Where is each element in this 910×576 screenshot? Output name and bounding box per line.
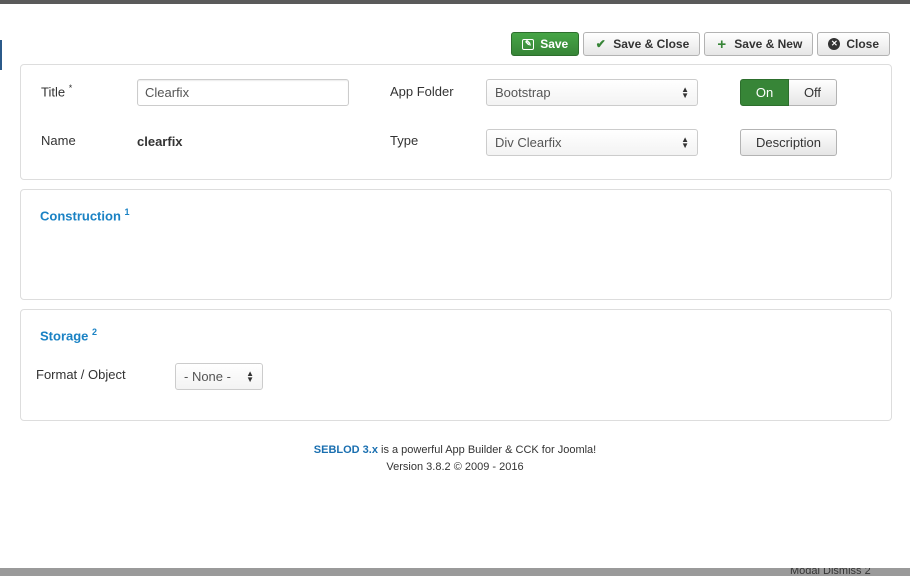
toggle-off-option[interactable]: Off: [789, 79, 837, 106]
construction-panel: Construction 1: [20, 189, 892, 300]
save-new-button[interactable]: + Save & New: [704, 32, 814, 56]
storage-number: 2: [92, 327, 98, 337]
format-object-label: Format / Object: [36, 367, 126, 382]
select-arrows-icon: ▲ ▼: [681, 84, 689, 100]
title-input[interactable]: [137, 79, 349, 106]
format-object-select[interactable]: - None - ▲ ▼: [175, 363, 263, 390]
footer-version: Version 3.8.2 © 2009 - 2016: [386, 461, 524, 473]
backdrop-text: Modal Dismiss 2: [790, 568, 871, 576]
save-new-label: Save & New: [734, 37, 803, 51]
toggle-on-option[interactable]: On: [740, 79, 789, 106]
name-label: Name: [41, 133, 76, 148]
storage-panel: Storage 2 Format / Object - None - ▲ ▼: [20, 309, 892, 421]
footer-line-1: SEBLOD 3.x is a powerful App Builder & C…: [2, 442, 908, 459]
app-folder-value: Bootstrap: [495, 85, 551, 100]
save-button[interactable]: ✎ Save: [511, 32, 580, 56]
modal-window: ✎ Save ✔ Save & Close + Save & New ✕ Clo…: [2, 4, 908, 568]
select-arrows-icon: ▲ ▼: [681, 134, 689, 150]
close-button[interactable]: ✕ Close: [817, 32, 890, 56]
format-object-value: - None -: [184, 369, 231, 384]
close-label: Close: [846, 37, 879, 51]
main-panel: Title * Name clearfix App Folder Bootstr…: [20, 64, 892, 180]
app-folder-label: App Folder: [390, 84, 454, 99]
backdrop-bottom: Modal Dismiss 2: [0, 568, 910, 576]
save-label: Save: [540, 37, 569, 51]
name-value: clearfix: [137, 134, 183, 149]
footer: SEBLOD 3.x is a powerful App Builder & C…: [2, 442, 908, 476]
edit-icon: ✎: [522, 38, 535, 50]
select-arrows-icon: ▲ ▼: [246, 368, 254, 384]
plus-icon: +: [717, 35, 727, 53]
cancel-circle-icon: ✕: [828, 38, 841, 50]
save-close-button[interactable]: ✔ Save & Close: [583, 32, 701, 56]
title-label: Title *: [41, 83, 73, 100]
type-select[interactable]: Div Clearfix ▲ ▼: [486, 129, 698, 156]
footer-tagline: is a powerful App Builder & CCK for Joom…: [377, 444, 597, 456]
construction-title: Construction 1: [40, 207, 130, 224]
save-close-label: Save & Close: [613, 37, 690, 51]
brand-link[interactable]: SEBLOD 3.x: [314, 444, 378, 456]
storage-title: Storage 2: [40, 327, 98, 344]
toolbar: ✎ Save ✔ Save & Close + Save & New ✕ Clo…: [511, 32, 890, 56]
status-toggle: On Off: [740, 79, 837, 106]
check-icon: ✔: [595, 37, 606, 51]
app-folder-select[interactable]: Bootstrap ▲ ▼: [486, 79, 698, 106]
type-value: Div Clearfix: [495, 135, 562, 150]
construction-number: 1: [124, 207, 130, 217]
description-button[interactable]: Description: [740, 129, 837, 156]
type-label: Type: [390, 133, 419, 148]
required-mark: *: [68, 83, 73, 93]
